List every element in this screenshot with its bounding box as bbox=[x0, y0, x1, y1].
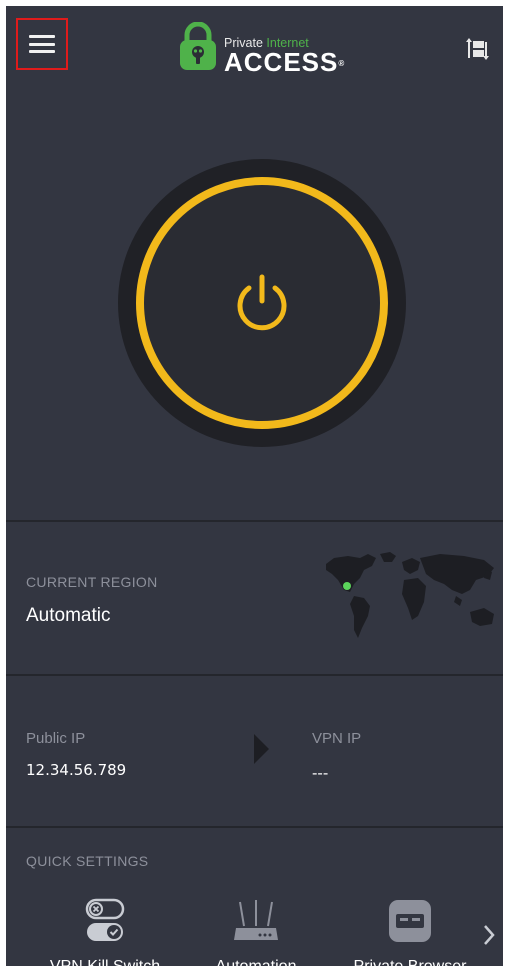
router-icon bbox=[234, 900, 278, 940]
quick-setting-label: VPN Kill Switch bbox=[40, 958, 170, 966]
quick-setting-automation[interactable]: Automation bbox=[191, 898, 321, 966]
private-browser-icon bbox=[389, 900, 431, 942]
vpn-ip-label: VPN IP bbox=[312, 730, 362, 747]
menu-button[interactable] bbox=[16, 18, 68, 70]
quick-setting-kill-switch[interactable]: VPN Kill Switch bbox=[40, 898, 170, 966]
quick-setting-label: Automation bbox=[191, 958, 321, 966]
world-map-icon bbox=[326, 552, 494, 638]
current-region-value: Automatic bbox=[26, 605, 111, 626]
connect-button[interactable] bbox=[136, 177, 388, 429]
current-region-label: CURRENT REGION bbox=[26, 574, 158, 590]
pia-app: Private Internet ACCESS® CURRENT REGION … bbox=[6, 6, 503, 966]
quick-setting-private-browser[interactable]: Private Browser bbox=[345, 898, 475, 966]
app-header: Private Internet ACCESS® bbox=[6, 6, 503, 86]
quick-setting-label: Private Browser bbox=[345, 958, 475, 966]
public-ip-value: 12.34.56.789 bbox=[26, 761, 127, 779]
chevron-right-icon[interactable] bbox=[482, 924, 496, 946]
padlock-logo-icon bbox=[180, 22, 216, 70]
current-region-section[interactable]: CURRENT REGION Automatic bbox=[6, 522, 503, 674]
brand-name-main: ACCESS® bbox=[224, 47, 345, 77]
switch-view-icon bbox=[466, 38, 489, 60]
quick-settings-section: QUICK SETTINGS VPN Kill Switch bbox=[6, 828, 503, 966]
connect-area bbox=[6, 86, 503, 520]
quick-settings-label: QUICK SETTINGS bbox=[26, 853, 149, 869]
ip-section: Public IP 12.34.56.789 VPN IP --- bbox=[6, 676, 503, 826]
public-ip-label: Public IP bbox=[26, 730, 86, 747]
brand-logo: Private Internet ACCESS® bbox=[178, 22, 348, 76]
power-icon bbox=[237, 274, 287, 331]
kill-switch-toggle-icon bbox=[85, 898, 125, 941]
vpn-ip-value: --- bbox=[312, 764, 329, 782]
switch-view-button[interactable] bbox=[464, 36, 490, 62]
hamburger-menu-icon bbox=[29, 35, 55, 53]
arrow-right-icon bbox=[254, 734, 269, 764]
